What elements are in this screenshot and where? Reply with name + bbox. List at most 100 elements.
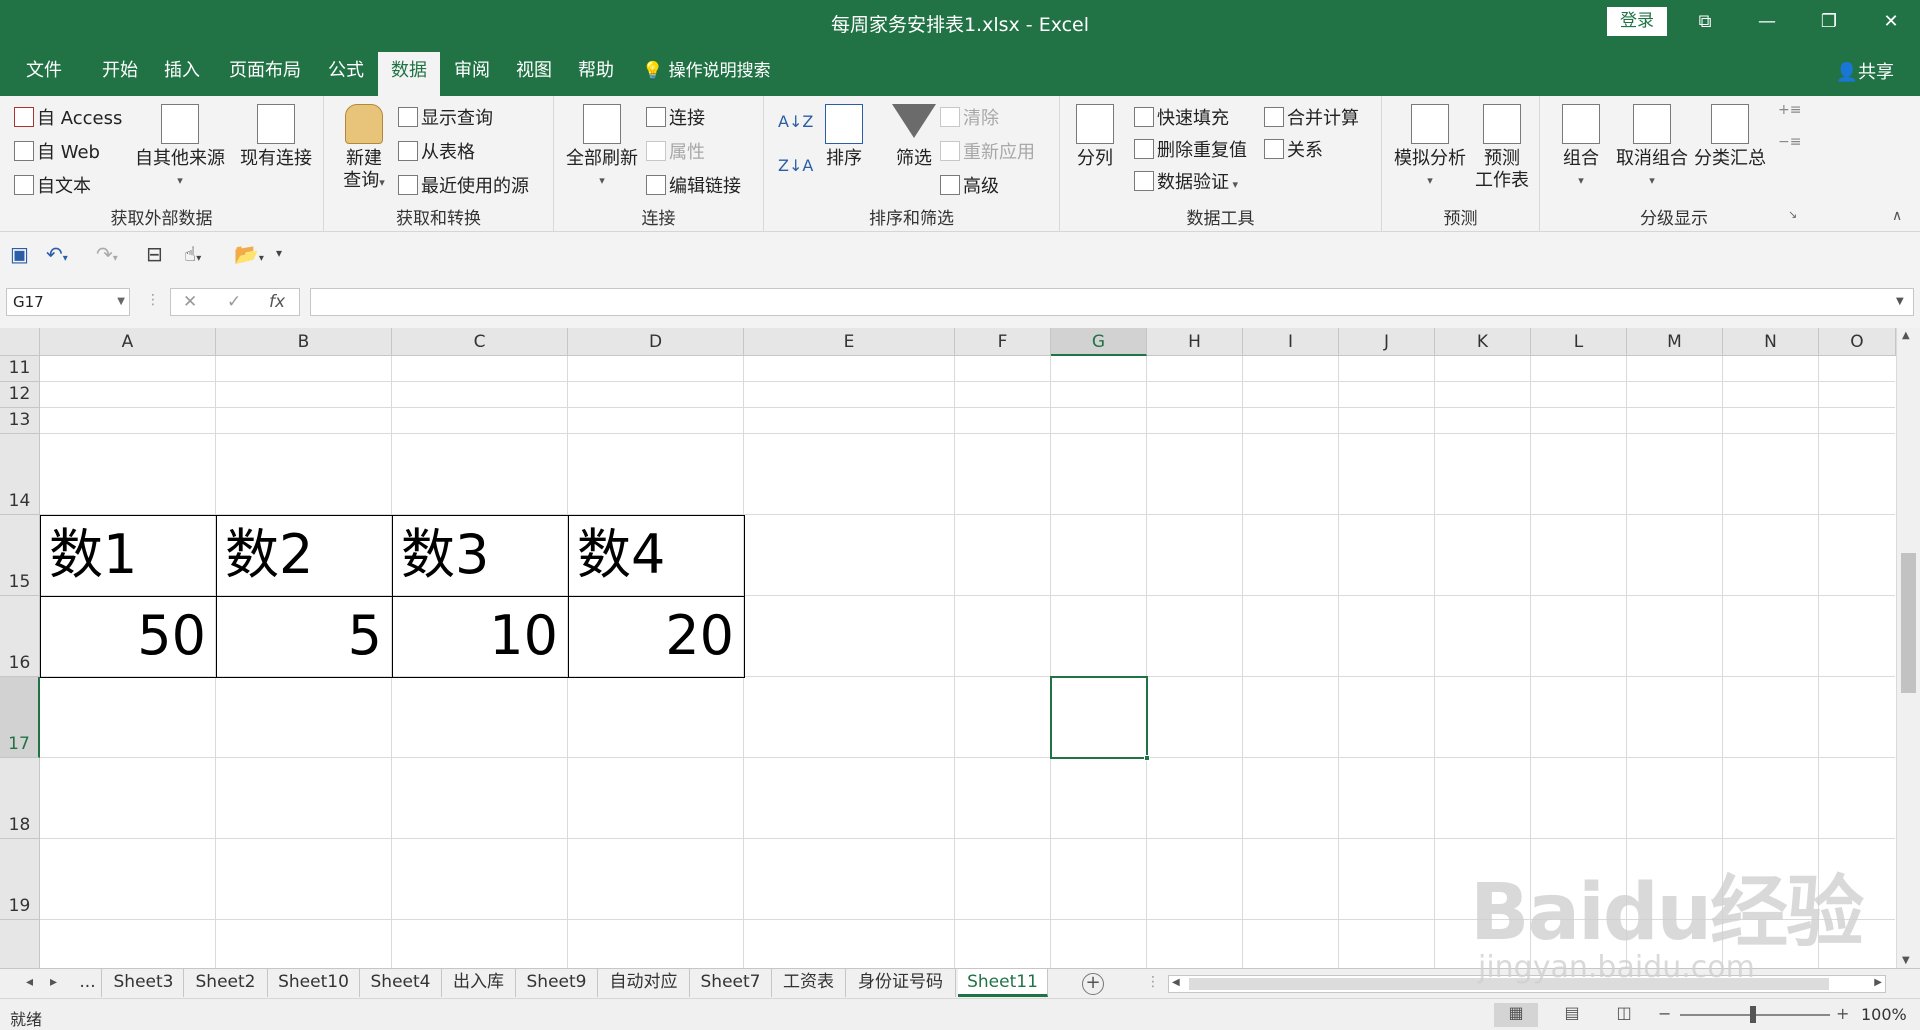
- consolidate-button[interactable]: 合并计算: [1264, 104, 1359, 130]
- from-text-button[interactable]: 自文本: [14, 172, 91, 198]
- row-header-20[interactable]: [0, 920, 40, 968]
- column-header-e[interactable]: E: [744, 328, 955, 356]
- zoom-slider-knob[interactable]: [1750, 1006, 1756, 1023]
- select-all-corner[interactable]: [0, 328, 40, 356]
- column-header-h[interactable]: H: [1147, 328, 1243, 356]
- enter-icon[interactable]: ✓: [227, 292, 241, 312]
- edit-links-button[interactable]: 编辑链接: [646, 172, 741, 198]
- relationships-button[interactable]: 关系: [1264, 136, 1323, 162]
- minimize-icon[interactable]: —: [1742, 4, 1792, 40]
- column-header-b[interactable]: B: [216, 328, 392, 356]
- show-detail-icon[interactable]: +≡: [1778, 102, 1801, 118]
- vertical-scrollbar[interactable]: ▲ ▼: [1896, 328, 1920, 968]
- row-header-14[interactable]: 14: [0, 434, 40, 515]
- column-header-l[interactable]: L: [1531, 328, 1627, 356]
- more-icon[interactable]: ⋮: [146, 292, 160, 308]
- column-header-a[interactable]: A: [40, 328, 216, 356]
- page-layout-view-icon[interactable]: ▤: [1550, 1003, 1594, 1027]
- clear-filter-button[interactable]: 清除: [940, 104, 999, 130]
- cell-b16[interactable]: 5: [216, 596, 393, 678]
- data-validation-button[interactable]: 数据验证 ▾: [1134, 168, 1238, 194]
- sheet-tab-sheet11[interactable]: Sheet11: [958, 969, 1048, 997]
- tell-me-search[interactable]: 💡 操作说明搜索: [642, 56, 771, 81]
- row-header-12[interactable]: 12: [0, 382, 40, 408]
- zoom-level[interactable]: 100%: [1861, 1005, 1907, 1024]
- sheet-tab-sheet3[interactable]: Sheet3: [104, 969, 184, 997]
- scroll-down-icon[interactable]: ▼: [1902, 955, 1910, 966]
- text-to-columns-button[interactable]: 分列: [1070, 104, 1120, 170]
- insert-function-icon[interactable]: fx: [269, 292, 285, 312]
- flash-fill-button[interactable]: 快速填充: [1134, 104, 1229, 130]
- page-break-view-icon[interactable]: ◫: [1602, 1003, 1646, 1027]
- zoom-in-icon[interactable]: +: [1836, 1004, 1849, 1023]
- sheet-tab-sheet10[interactable]: Sheet10: [268, 969, 360, 997]
- new-query-button[interactable]: 新建 查询▾: [334, 104, 394, 194]
- sheet-tab-inventory[interactable]: 出入库: [442, 969, 516, 997]
- add-sheet-icon[interactable]: +: [1082, 973, 1104, 995]
- column-header-k[interactable]: K: [1435, 328, 1531, 356]
- cell-d16[interactable]: 20: [568, 596, 745, 678]
- column-header-j[interactable]: J: [1339, 328, 1435, 356]
- column-header-i[interactable]: I: [1243, 328, 1339, 356]
- cancel-icon[interactable]: ✕: [183, 292, 197, 312]
- refresh-all-button[interactable]: 全部刷新 ▾: [562, 104, 642, 192]
- scroll-up-icon[interactable]: ▲: [1902, 330, 1910, 341]
- tab-help[interactable]: 帮助: [566, 54, 626, 96]
- sheet-nav-prev-icon[interactable]: ◂: [26, 974, 33, 990]
- sheet-tab-sheet7[interactable]: Sheet7: [690, 969, 772, 997]
- advanced-filter-button[interactable]: 高级: [940, 172, 999, 198]
- tab-home[interactable]: 开始: [90, 54, 150, 96]
- open-folder-icon[interactable]: 📂▾: [234, 242, 264, 266]
- row-header-17[interactable]: 17: [0, 677, 40, 758]
- remove-duplicates-button[interactable]: 删除重复值: [1134, 136, 1247, 162]
- selected-cell-g17[interactable]: [1050, 676, 1150, 761]
- existing-connections-button[interactable]: 现有连接: [236, 104, 316, 170]
- login-button[interactable]: 登录: [1607, 7, 1667, 36]
- split-handle-icon[interactable]: ⋮: [1146, 974, 1160, 990]
- group-button[interactable]: 组合 ▾: [1552, 104, 1610, 192]
- chevron-down-icon[interactable]: ▼: [117, 289, 125, 315]
- from-table-button[interactable]: 从表格: [398, 138, 475, 164]
- column-header-d[interactable]: D: [568, 328, 744, 356]
- properties-button[interactable]: 属性: [646, 138, 705, 164]
- collapse-ribbon-icon[interactable]: ∧: [1892, 208, 1902, 224]
- tab-page-layout[interactable]: 页面布局: [220, 54, 310, 96]
- tab-insert[interactable]: 插入: [152, 54, 212, 96]
- sheet-tab-sheet2[interactable]: Sheet2: [184, 969, 268, 997]
- row-header-19[interactable]: 19: [0, 839, 40, 920]
- cell-a16[interactable]: 50: [40, 596, 217, 678]
- tab-data[interactable]: 数据: [378, 52, 440, 96]
- row-header-16[interactable]: 16: [0, 596, 40, 677]
- page-setup-icon[interactable]: ⊟: [146, 242, 163, 266]
- row-header-11[interactable]: 11: [0, 356, 40, 382]
- touch-mode-icon[interactable]: ☝▾: [184, 242, 201, 266]
- cell-d15[interactable]: 数4: [568, 515, 745, 597]
- vertical-scroll-thumb[interactable]: [1901, 553, 1916, 693]
- ungroup-button[interactable]: 取消组合 ▾: [1612, 104, 1692, 192]
- row-header-13[interactable]: 13: [0, 408, 40, 434]
- sheet-tab-sheet9[interactable]: Sheet9: [516, 969, 598, 997]
- cell-a15[interactable]: 数1: [40, 515, 217, 597]
- from-web-button[interactable]: 自 Web: [14, 138, 100, 164]
- fill-handle[interactable]: [1144, 755, 1150, 761]
- formula-input[interactable]: [310, 288, 1914, 316]
- sheet-tab-auto-match[interactable]: 自动对应: [598, 969, 690, 997]
- share-button[interactable]: 👤共享: [1836, 58, 1894, 84]
- cell-c16[interactable]: 10: [392, 596, 569, 678]
- column-header-f[interactable]: F: [955, 328, 1051, 356]
- expand-formula-bar-icon[interactable]: ▼: [1896, 296, 1904, 307]
- scroll-left-icon[interactable]: ◀: [1172, 977, 1180, 988]
- tab-view[interactable]: 视图: [504, 54, 564, 96]
- filter-button[interactable]: 筛选: [884, 104, 944, 170]
- scroll-right-icon[interactable]: ▶: [1874, 977, 1882, 988]
- show-queries-button[interactable]: 显示查询: [398, 104, 493, 130]
- sheet-tab-payroll[interactable]: 工资表: [772, 969, 846, 997]
- column-header-c[interactable]: C: [392, 328, 568, 356]
- sheet-tab-id-numbers[interactable]: 身份证号码: [846, 969, 956, 997]
- column-header-n[interactable]: N: [1723, 328, 1819, 356]
- save-icon[interactable]: ▣: [10, 242, 29, 266]
- tab-formulas[interactable]: 公式: [316, 54, 376, 96]
- sort-ascending-icon[interactable]: A↓Z: [778, 112, 813, 131]
- column-header-m[interactable]: M: [1627, 328, 1723, 356]
- sheet-tab-more[interactable]: ...: [74, 969, 102, 997]
